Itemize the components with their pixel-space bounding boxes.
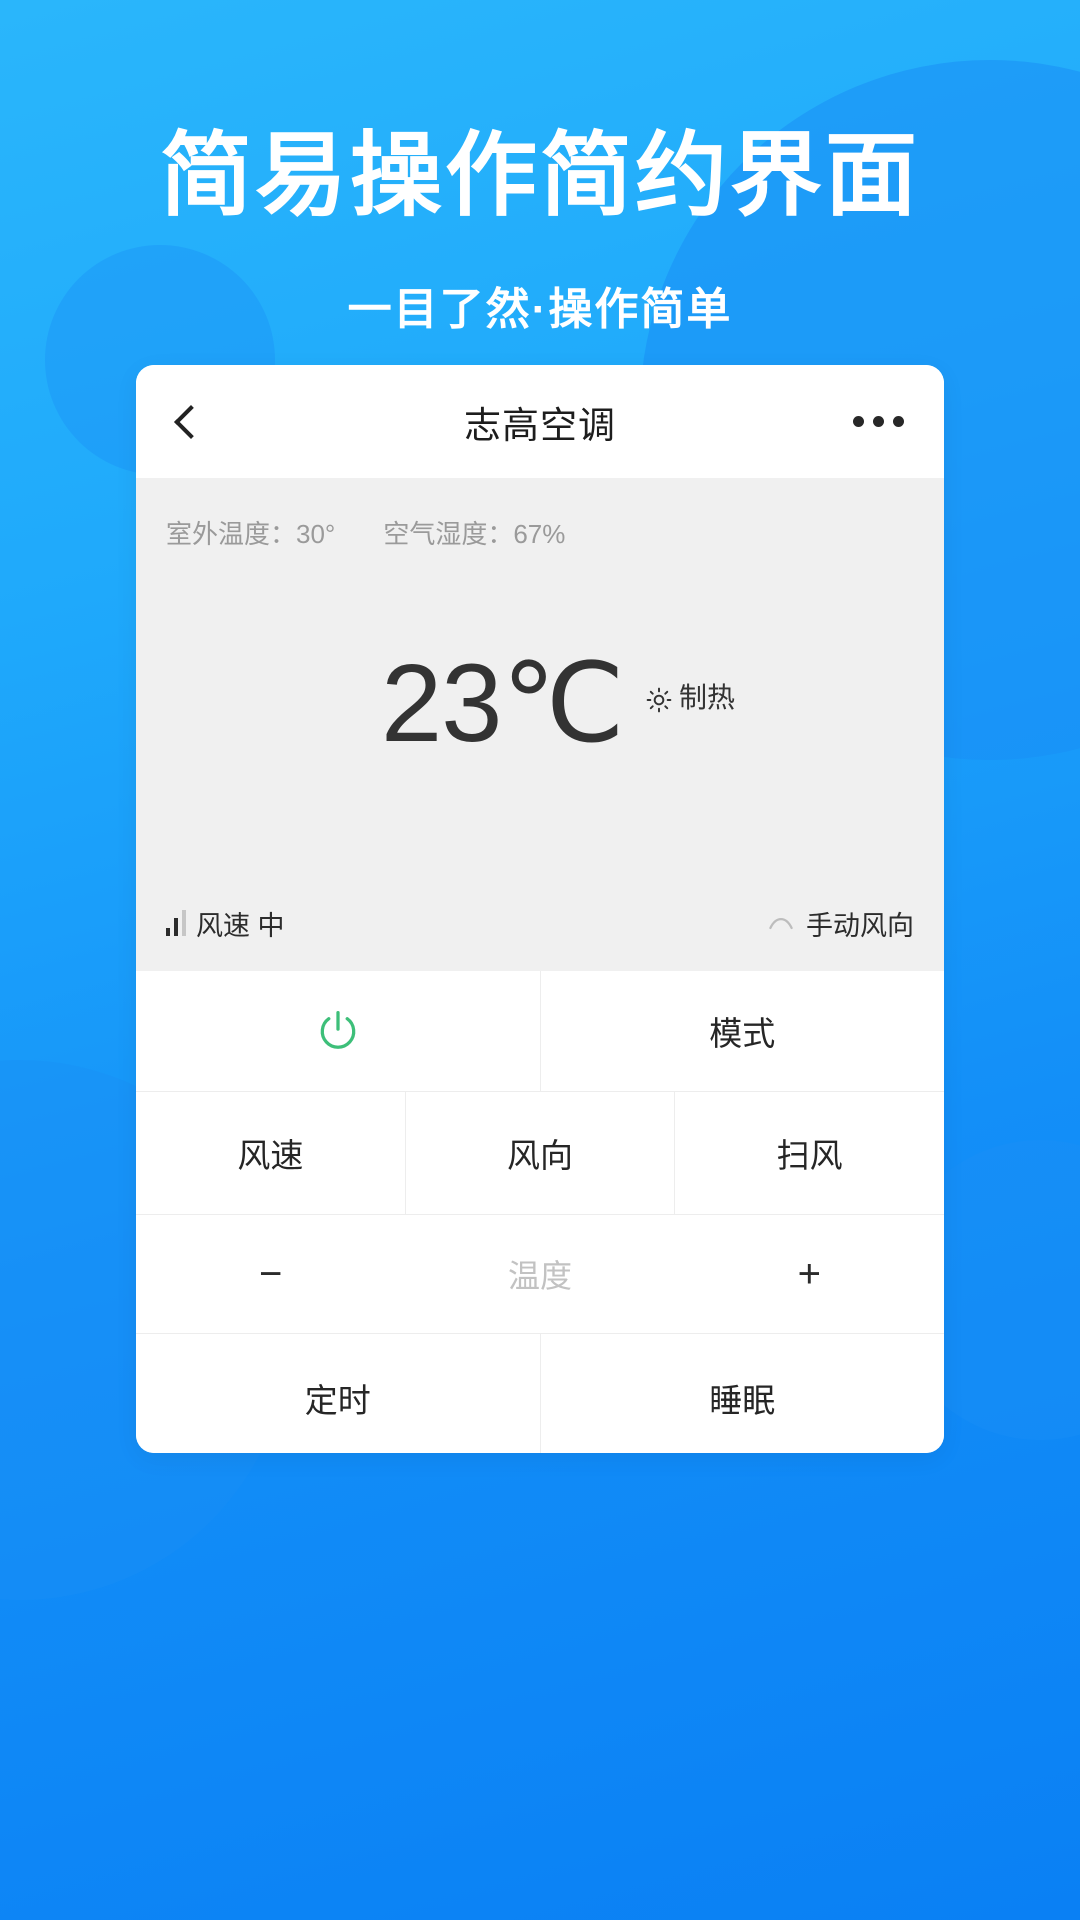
control-row-temperature: − 温度 + (136, 1214, 944, 1333)
temperature-increase-button[interactable]: + (675, 1215, 944, 1333)
fan-speed-status: 风速 中 (166, 904, 285, 943)
power-icon (320, 1010, 356, 1049)
mode-button[interactable]: 模式 (539, 971, 945, 1091)
temperature-decrease-button[interactable]: − (136, 1215, 405, 1333)
more-options-button[interactable] (838, 365, 918, 478)
status-display-panel: 室外温度：30° 空气湿度：67% 23℃ 制热 风速 中 手动风向 (136, 478, 944, 971)
control-grid: 模式 风速 风向 扫风 − 温度 + 定时 睡眠 (136, 971, 944, 1453)
swing-button[interactable]: 扫风 (674, 1092, 944, 1214)
promo-text-block: 简易操作简约界面 一目了然·操作简单 (0, 125, 1080, 337)
control-row-air: 风速 风向 扫风 (136, 1091, 944, 1214)
fan-speed-button[interactable]: 风速 (136, 1092, 405, 1214)
power-button[interactable] (136, 971, 540, 1091)
phone-screenshot-card: 志高空调 室外温度：30° 空气湿度：67% 23℃ 制热 风速 中 手动风向 … (136, 365, 944, 1453)
more-horizontal-icon-dot-2 (872, 416, 884, 427)
more-horizontal-icon-dot-1 (852, 416, 864, 427)
signal-bars-icon (166, 910, 186, 936)
app-header: 志高空调 (136, 365, 944, 478)
current-mode-tag: 制热 (646, 676, 735, 732)
page-subtitle: 一目了然·操作简单 (347, 285, 733, 335)
sleep-button[interactable]: 睡眠 (539, 1334, 945, 1453)
current-mode-label: 制热 (678, 682, 735, 713)
display-status-row: 风速 中 手动风向 (136, 885, 944, 971)
sun-icon (646, 687, 672, 713)
more-horizontal-icon-dot-3 (892, 416, 904, 427)
app-title: 志高空调 (464, 404, 616, 446)
wind-direction-button[interactable]: 风向 (404, 1092, 675, 1214)
control-row-extras: 定时 睡眠 (136, 1333, 944, 1453)
fan-speed-status-label: 风速 中 (196, 910, 285, 941)
current-temperature-zone: 23℃ 制热 (154, 537, 944, 871)
promo-page: 简易操作简约界面 一目了然·操作简单 志高空调 室外温度：30° 空气湿度：67… (0, 0, 1080, 1920)
control-row-power: 模式 (136, 971, 944, 1091)
timer-button[interactable]: 定时 (136, 1334, 540, 1453)
swing-arc-icon (769, 917, 793, 930)
page-title: 简易操作简约界面 (159, 125, 920, 227)
swing-status: 手动风向 (766, 904, 914, 943)
current-temperature-value: 23℃ (381, 642, 625, 765)
swing-status-label: 手动风向 (806, 910, 914, 941)
temperature-label: 温度 (507, 1258, 572, 1294)
